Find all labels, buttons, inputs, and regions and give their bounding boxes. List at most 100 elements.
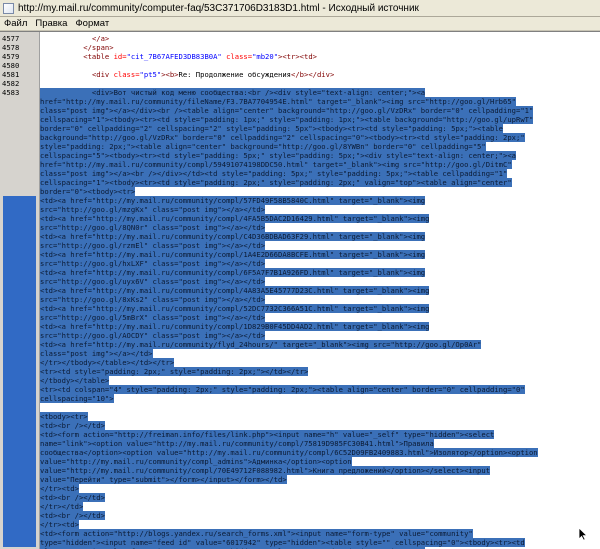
- line-number-selected: [3, 313, 36, 322]
- line-number-selected: [3, 376, 36, 385]
- line-number-selected: [3, 205, 36, 214]
- selected-code-text: name="link"><option value="http://my.mai…: [40, 439, 434, 448]
- source-view[interactable]: 4577 4578 4579 4580 4581 4582 4583 </a> </span…: [0, 31, 600, 549]
- document-icon: [3, 2, 14, 14]
- line-number: 4579: [2, 52, 20, 61]
- line-number-selected: [3, 484, 36, 493]
- line-number-selected: [3, 538, 36, 547]
- line-number-selected: [3, 241, 36, 250]
- selected-code-line: <td><a href="http://my.mail.ru/community…: [40, 196, 426, 205]
- selected-code-text: <td><a href="http://my.mail.ru/community…: [40, 322, 430, 331]
- selected-code-text: <div>Вот чистый код меню сообщества:<br …: [40, 88, 426, 97]
- line-number-selected: [3, 520, 36, 529]
- line-number-selected: [3, 349, 36, 358]
- line-number-selected: [3, 394, 36, 403]
- selected-code-line: value="http://my.mail.ru/community/compl…: [40, 457, 352, 466]
- line-number-selected: [3, 430, 36, 439]
- selected-code-line: cellspacing="1"><tbody><tr><td style="pa…: [40, 178, 512, 187]
- selected-code-line: src="http://goo.gl/mzgKx" class="post im…: [40, 205, 266, 214]
- selected-code-line: <td><a href="http://my.mail.ru/community…: [40, 304, 430, 313]
- selected-code-text: </tr></tbody></table></td></tr>: [40, 358, 175, 367]
- code-area[interactable]: </a> </span> <table id="cit_7B67AFED3DB8…: [40, 32, 600, 549]
- selected-code-line: <td><a href="http://my.mail.ru/community…: [40, 268, 426, 277]
- code-token: </span>: [83, 43, 114, 52]
- title-bar[interactable]: http://my.mail.ru/community/computer-faq…: [0, 0, 600, 17]
- selected-code-text: style="padding: 2px;"><table align="cent…: [40, 142, 486, 151]
- selected-code-text: cellspacing="5"><tbody><tr><td style="pa…: [40, 151, 516, 160]
- selected-code-text: cellspacing="1"><tbody><tr><td style="pa…: [40, 115, 534, 124]
- selected-code-text: </tbody></table>: [40, 376, 110, 385]
- code-token: ><b>: [161, 70, 179, 79]
- selected-code-text: type="hidden"><input name="feed id" valu…: [40, 538, 525, 547]
- line-number-selected: [3, 196, 36, 205]
- selected-code-line: <tr><td colspan="4" style="padding: 2px;…: [40, 385, 525, 394]
- mouse-pointer-icon: [578, 527, 588, 541]
- line-number-selected: [3, 403, 36, 412]
- line-number-selected: [3, 439, 36, 448]
- line-number-gutter: 4577 4578 4579 4580 4581 4582 4583: [0, 32, 40, 549]
- code-token: </a>: [91, 34, 110, 43]
- selected-code-text: src="http://goo.gl/rzmEl" class="post im…: [40, 241, 266, 250]
- selected-code-line: <td><a href="http://my.mail.ru/community…: [40, 250, 426, 259]
- selected-code-line: class="post img"></a><br /></div></td><t…: [40, 169, 508, 178]
- selected-code-text: <td><a href="http://my.mail.ru/community…: [40, 196, 426, 205]
- menu-item-2[interactable]: Формат: [71, 18, 113, 29]
- selected-code-text: <td><a href="http://my.mail.ru/community…: [40, 268, 426, 277]
- selected-code-text: src="http://goo.gl/hxLXF" class="post im…: [40, 259, 266, 268]
- selected-code-line: <td><a href="http://my.mail.ru/community…: [40, 214, 430, 223]
- code-line: </span>: [40, 43, 114, 52]
- line-number: 4583: [2, 88, 20, 97]
- line-number-selected: [3, 322, 36, 331]
- line-number-selected: [3, 493, 36, 502]
- selected-code-line: src="http://goo.gl/uyx6V" class="post im…: [40, 277, 266, 286]
- selected-code-line: style="padding: 2px;"><table align="cent…: [40, 142, 486, 151]
- selected-code-text: cellspacing="1"><tbody><tr><td style="pa…: [40, 178, 512, 187]
- line-number-selected: [3, 412, 36, 421]
- selected-code-text: <td><br /></td>: [40, 511, 105, 520]
- selected-code-line: border="0"><tbody><tr>: [40, 187, 136, 196]
- selected-code-line: href="http://my.mail.ru/community/fileNa…: [40, 97, 516, 106]
- selected-code-line: <td><br /></td>: [40, 421, 105, 430]
- code-token: "mb20": [252, 52, 279, 61]
- selected-code-line: src="http://goo.gl/5mBrX" class="post im…: [40, 313, 266, 322]
- line-number-selected: [3, 214, 36, 223]
- line-number-selected: [3, 286, 36, 295]
- line-number-selected: [3, 421, 36, 430]
- line-number-selected: [3, 304, 36, 313]
- selected-code-text: <td><br /></td>: [40, 421, 105, 430]
- selected-code-text: cellspacing="10">: [40, 394, 114, 403]
- selected-code-line: <td><a href="http://my.mail.ru/community…: [40, 322, 430, 331]
- line-number-selected: [3, 223, 36, 232]
- selected-code-line: src="http://goo.gl/8QN0r" class="post im…: [40, 223, 266, 232]
- line-number-selected: [3, 529, 36, 538]
- selected-code-text: src="http://goo.gl/uyx6V" class="post im…: [40, 277, 266, 286]
- selected-code-line: src="http://goo.gl/8xKs2" class="post im…: [40, 295, 266, 304]
- selected-code-text: value="http://my.mail.ru/community/compl…: [40, 457, 352, 466]
- line-number-selected: [3, 340, 36, 349]
- selected-code-line: value="Перейти" type="submit"></form></i…: [40, 475, 287, 484]
- code-token: <table: [83, 52, 114, 61]
- code-token: </b></div>: [291, 70, 335, 79]
- selected-code-text: <td><a href="http://my.mail.ru/community…: [40, 286, 430, 295]
- selected-code-text: <td><form action="http://freiman.info/fi…: [40, 430, 495, 439]
- line-number-selected: [3, 475, 36, 484]
- selected-code-text: src="http://goo.gl/AOCDY" class="post im…: [40, 331, 266, 340]
- selected-code-line: <td><a href="http://my.mail.ru/community…: [40, 232, 426, 241]
- selected-code-text: </tr></td>: [40, 502, 84, 511]
- menu-item-0[interactable]: Файл: [0, 18, 31, 29]
- selected-code-line: </tr></td>: [40, 502, 84, 511]
- selected-code-text: href="http://my.mail.ru/community/compl/…: [40, 160, 512, 169]
- selected-code-text: src="http://goo.gl/mzgKx" class="post im…: [40, 205, 266, 214]
- selected-code-line: </tbody></table>: [40, 376, 110, 385]
- menu-item-1[interactable]: Правка: [31, 18, 71, 29]
- line-number-selected: [3, 268, 36, 277]
- line-number: 4578: [2, 43, 20, 52]
- line-number-selected: [3, 385, 36, 394]
- selected-code-text: class="post img"></a></td>: [40, 349, 153, 358]
- selected-code-line: <td><br /></td>: [40, 511, 105, 520]
- selected-code-line: cellspacing="10">: [40, 394, 114, 403]
- code-line: </a>: [40, 34, 109, 43]
- selected-code-text: <td><br /></td>: [40, 493, 105, 502]
- selected-code-line: <td><a href="http://my.mail.ru/community…: [40, 340, 482, 349]
- code-line: <div class="pt5"><b>Re: Продолжение обсу…: [40, 70, 334, 79]
